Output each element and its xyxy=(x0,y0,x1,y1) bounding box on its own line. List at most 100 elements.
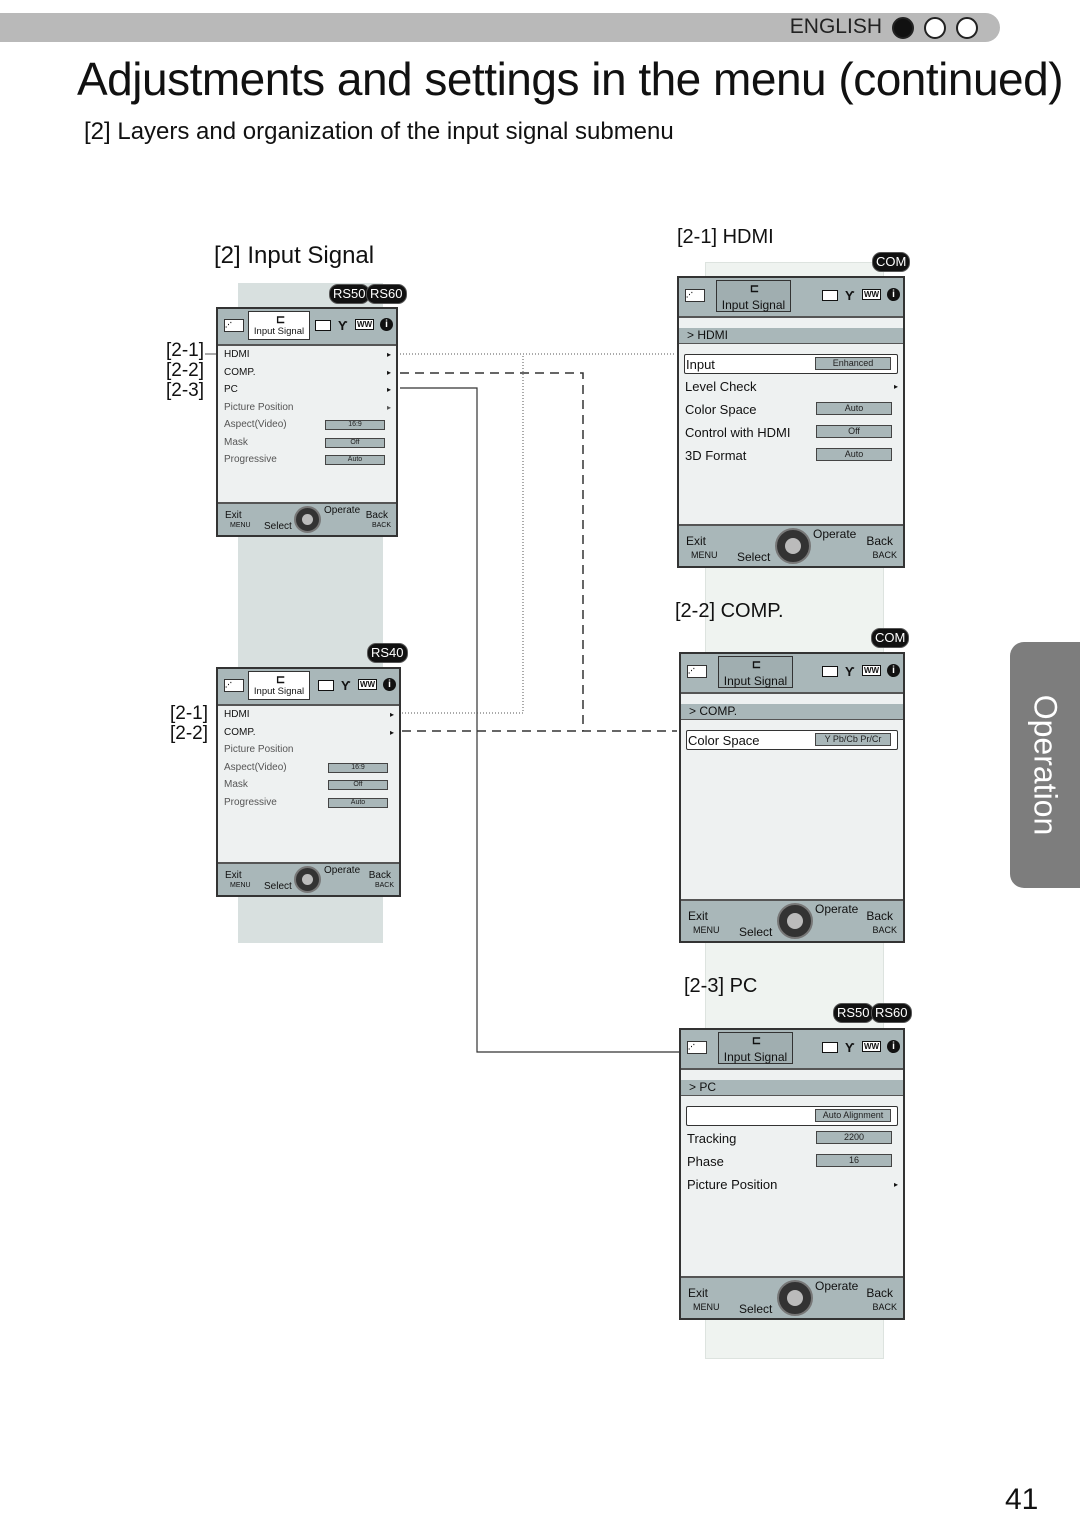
select-label: Select xyxy=(739,925,773,939)
function-icon[interactable]: WW xyxy=(862,665,882,676)
breadcrumb: > HDMI xyxy=(679,328,903,344)
back-key-label: BACK xyxy=(872,1302,897,1312)
menu-item-label: COMP. xyxy=(224,726,256,738)
tab-input-signal[interactable]: ⊏ Input Signal xyxy=(716,280,791,312)
tab-input-signal[interactable]: ⊏ Input Signal xyxy=(248,311,310,340)
callout-2-2: [2-2] xyxy=(170,723,209,744)
menu-item[interactable]: Picture Position ▸ xyxy=(686,1175,898,1195)
menu-item-label: Tracking xyxy=(687,1131,737,1146)
menu-item[interactable]: Progressive Auto xyxy=(223,796,394,811)
tab-input-signal[interactable]: ⊏ Input Signal xyxy=(718,656,793,688)
menu-item[interactable]: Phase 16 xyxy=(686,1152,898,1172)
function-icon[interactable]: WW xyxy=(358,678,378,690)
menu-item-label: HDMI xyxy=(224,349,250,360)
display-setup-icon[interactable]: Ƴ xyxy=(845,1040,855,1055)
information-icon[interactable]: i xyxy=(887,664,900,677)
operate-label: Operate xyxy=(815,902,859,916)
installation-icon[interactable] xyxy=(822,666,838,677)
menu-item[interactable]: Picture Position ▸ xyxy=(223,401,391,416)
setting-knob-icon xyxy=(294,506,321,533)
menu-header: ⋰ ⊏ Input Signal Ƴ WW i xyxy=(679,278,903,318)
installation-icon[interactable] xyxy=(822,1042,838,1053)
display-setup-icon[interactable]: Ƴ xyxy=(341,678,351,693)
menu-item[interactable]: Input Enhanced xyxy=(684,354,898,374)
submenu-arrow-icon: ▸ xyxy=(386,350,391,359)
exit-label: Exit xyxy=(688,909,709,923)
section-label-pc: [2-3] PC xyxy=(684,975,758,997)
operate-label: Operate xyxy=(324,505,361,516)
display-setup-icon[interactable]: Ƴ xyxy=(845,664,855,679)
menu-item[interactable]: Level Check ▸ xyxy=(684,377,898,397)
display-setup-icon[interactable]: Ƴ xyxy=(845,288,855,303)
model-badge-rs50: RS50 xyxy=(329,284,370,304)
menu-item[interactable]: HDMI ▸ xyxy=(223,348,391,363)
tab-input-signal[interactable]: ⊏ Input Signal xyxy=(718,1032,793,1064)
menu-item[interactable]: Color Space Y Pb/Cb Pr/Cr xyxy=(686,730,898,750)
menu-item[interactable]: Auto Alignment xyxy=(686,1106,898,1126)
display-setup-icon[interactable]: Ƴ xyxy=(338,318,348,333)
submenu-arrow-icon: ▸ xyxy=(389,710,394,719)
menu-item[interactable]: Progressive Auto xyxy=(223,453,391,468)
installation-icon[interactable] xyxy=(318,679,334,691)
menu-header: ⋰ ⊏ Input Signal Ƴ WW i xyxy=(218,309,396,346)
picture-adjust-icon[interactable]: ⋰ xyxy=(685,289,705,302)
menu-item[interactable]: COMP. ▸ xyxy=(223,726,394,741)
menu-item-label: HDMI xyxy=(224,709,250,720)
section-label-input-signal: [2] Input Signal xyxy=(214,242,375,269)
menu-item[interactable]: Aspect(Video) 16:9 xyxy=(223,761,394,776)
information-icon[interactable]: i xyxy=(383,677,396,691)
function-icon[interactable]: WW xyxy=(862,289,882,300)
picture-adjust-icon[interactable]: ⋰ xyxy=(687,1041,707,1054)
information-icon[interactable]: i xyxy=(887,1040,900,1053)
submenu-arrow-icon: ▸ xyxy=(893,1180,898,1189)
menu-item[interactable]: Control with HDMI Off xyxy=(684,423,898,443)
setting-knob-icon xyxy=(777,903,813,939)
menu-footer: Exit MENU Select Operate Back BACK xyxy=(681,1276,903,1318)
menu-item-label: Aspect(Video) xyxy=(224,761,287,773)
picture-adjust-icon[interactable]: ⋰ xyxy=(224,678,244,692)
input-signal-icon: ⊏ xyxy=(751,1035,762,1047)
tab-label: Input Signal xyxy=(723,674,788,688)
menu-item[interactable]: Picture Position xyxy=(223,743,394,758)
connector-hdmi-rs40 xyxy=(402,354,524,714)
function-icon[interactable]: WW xyxy=(862,1041,882,1052)
breadcrumb-label: COMP. xyxy=(699,704,738,718)
information-icon[interactable]: i xyxy=(380,317,393,331)
menu-item[interactable]: Mask Off xyxy=(223,778,394,793)
callout-2-3: [2-3] xyxy=(166,380,205,401)
menu-item-value: Auto xyxy=(325,455,385,465)
menu-item-value: Auto xyxy=(816,448,892,461)
menu-item-value: Off xyxy=(328,780,388,790)
installation-icon[interactable] xyxy=(822,290,838,301)
menu-item[interactable]: COMP. ▸ xyxy=(223,366,391,381)
menu-item[interactable]: PC ▸ xyxy=(223,383,391,398)
back-label: Back xyxy=(365,510,388,521)
breadcrumb: > PC xyxy=(681,1080,903,1096)
back-key-label: BACK xyxy=(374,882,394,889)
menu-item[interactable]: Mask Off xyxy=(223,436,391,451)
breadcrumb-label: HDMI xyxy=(697,328,729,342)
tab-input-signal[interactable]: ⊏ Input Signal xyxy=(248,671,310,700)
menu-item[interactable]: Tracking 2200 xyxy=(686,1129,898,1149)
model-badge-rs60: RS60 xyxy=(366,284,407,304)
installation-icon[interactable] xyxy=(315,319,331,331)
menu-item-value: Off xyxy=(325,437,385,448)
picture-adjust-icon[interactable]: ⋰ xyxy=(224,318,244,332)
connector-comp xyxy=(400,372,677,732)
back-label: Back xyxy=(866,534,893,548)
menu-item-value: 16:9 xyxy=(328,762,388,773)
menu-key-label: MENU xyxy=(693,925,720,935)
menu-item[interactable]: 3D Format Auto xyxy=(684,446,898,466)
model-badge-rs40: RS40 xyxy=(367,643,408,663)
menu-screen-comp: ⋰ ⊏ Input Signal Ƴ WW i > COMP. Color Space… xyxy=(679,652,905,943)
menu-screen-inputsignal: ⋰ ⊏ Input Signal Ƴ WW i HDMI ▸ COMP. ▸ PC ▸ Pict… xyxy=(216,307,398,537)
function-icon[interactable]: WW xyxy=(355,318,375,330)
menu-item[interactable]: Color Space Auto xyxy=(684,400,898,420)
model-badge-rs60: RS60 xyxy=(871,1003,912,1023)
menu-item-label: Picture Position xyxy=(687,1177,778,1192)
picture-adjust-icon[interactable]: ⋰ xyxy=(687,665,707,678)
menu-item[interactable]: HDMI ▸ xyxy=(223,708,394,723)
menu-item[interactable]: Aspect(Video) 16:9 xyxy=(223,418,391,433)
submenu-arrow-icon: ▸ xyxy=(386,402,391,412)
information-icon[interactable]: i xyxy=(887,288,900,301)
